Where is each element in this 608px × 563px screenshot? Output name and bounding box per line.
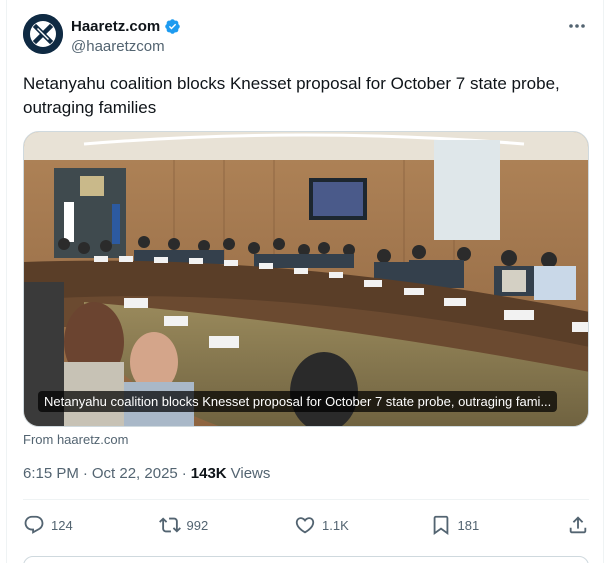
tweet-meta: 6:15 PM · Oct 22, 2025 · 143K Views — [23, 465, 270, 482]
tweet-header: Haaretz.com @haaretzcom — [23, 14, 589, 58]
avatar[interactable] — [23, 14, 63, 54]
reply-button[interactable]: 124 — [23, 514, 143, 536]
share-icon — [569, 516, 587, 534]
tweet-text: Netanyahu coalition blocks Knesset propo… — [23, 74, 560, 117]
heart-icon — [295, 517, 315, 534]
meta-separator: · — [181, 465, 187, 482]
like-button[interactable]: 1.1K — [294, 514, 414, 536]
tweet-time[interactable]: 6:15 PM — [23, 465, 79, 482]
source-link[interactable]: From haaretz.com — [23, 432, 128, 447]
tweet-card: Haaretz.com @haaretzcom Netanyahu coalit… — [6, 0, 604, 563]
like-count: 1.1K — [322, 517, 349, 533]
views-label: Views — [230, 465, 271, 482]
divider — [23, 499, 589, 500]
display-name[interactable]: Haaretz.com — [71, 18, 160, 35]
bookmark-button[interactable]: 181 — [430, 514, 550, 536]
meta-separator: · — [82, 465, 88, 482]
share-button[interactable] — [565, 514, 589, 536]
haaretz-logo-icon — [23, 14, 63, 54]
author-handle[interactable]: @haaretzcom — [71, 38, 181, 55]
more-options-icon[interactable] — [567, 16, 587, 36]
media-caption: Netanyahu coalition blocks Knesset propo… — [38, 391, 558, 412]
reply-count: 124 — [51, 517, 73, 533]
verified-badge-icon — [164, 18, 181, 35]
repost-count: 992 — [186, 517, 209, 533]
reply-icon — [24, 515, 44, 534]
bookmark-icon — [433, 515, 448, 536]
bookmark-count: 181 — [457, 517, 480, 533]
author-names: Haaretz.com @haaretzcom — [71, 16, 181, 55]
views-count: 143K — [190, 465, 227, 482]
action-bar: 124 992 1.1K 181 — [23, 512, 589, 538]
media-image — [24, 132, 588, 426]
tweet-media[interactable]: Netanyahu coalition blocks Knesset propo… — [23, 131, 589, 427]
repost-button[interactable]: 992 — [158, 514, 279, 536]
repost-icon — [158, 517, 181, 533]
reply-composer[interactable] — [23, 556, 589, 563]
tweet-date[interactable]: Oct 22, 2025 — [92, 465, 178, 482]
